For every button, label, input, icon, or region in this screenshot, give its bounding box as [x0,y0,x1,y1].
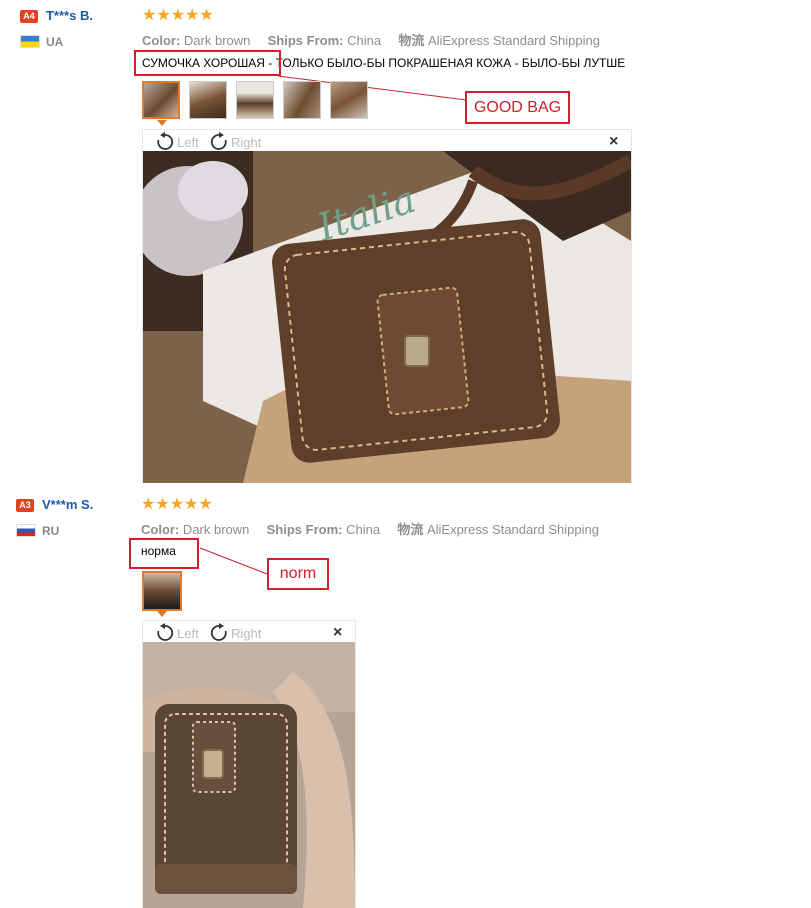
star-rating: ★★★★★ [141,496,213,513]
ships-from-label: Ships From: [266,522,343,537]
review-thumbnail[interactable] [142,81,180,119]
review-photo-large [143,642,355,908]
annotation-label: GOOD BAG [473,98,562,116]
image-viewer: Left Right × [142,620,356,908]
annotation-highlight-box [129,538,199,569]
shipping-method: AliExpress Standard Shipping [426,522,599,537]
rotate-left-button[interactable]: Left [155,132,199,152]
review-thumbnail[interactable] [236,81,274,119]
rotate-left-label: Left [177,625,199,641]
review-thumbnail[interactable] [189,81,227,119]
russia-flag-icon [16,524,36,537]
color-value: Dark brown [182,522,250,537]
rotate-right-icon [210,623,227,641]
annotation-label: norm [279,565,317,582]
color-label: Color: [141,522,180,537]
review-photo-large: Italia [143,151,631,483]
leather-bag-photo [143,642,355,908]
buyer-country: RU [42,524,60,538]
buyer-name[interactable]: V***m S. [42,497,93,512]
order-info: Color: Dark brown Ships From: China 物流 A… [141,519,599,538]
active-thumb-indicator [157,120,167,126]
rotate-left-label: Left [177,134,199,150]
rotate-right-label: Right [231,134,262,150]
active-thumb-indicator [157,611,167,617]
close-viewer-button[interactable]: × [333,624,342,642]
ships-from-value: China [346,522,381,537]
rotate-right-label: Right [231,625,262,641]
annotation-label-box: GOOD BAG [465,91,570,124]
rotate-right-button[interactable]: Right [209,132,261,152]
rotate-left-button[interactable]: Left [155,623,199,643]
close-viewer-button[interactable]: × [609,133,618,151]
rotate-left-icon [157,623,174,641]
review-thumbnail[interactable] [330,81,368,119]
rotate-right-icon [210,132,227,150]
annotation-label-box: norm [267,558,329,590]
leather-bag-photo: Italia [143,151,631,483]
review-thumbnail[interactable] [283,81,321,119]
buyer-level-badge: A3 [16,499,34,512]
review-thumbnail[interactable] [142,571,182,611]
image-viewer: Left Right × Italia [142,129,632,483]
logistics-icon: 物流 [397,522,424,537]
rotate-right-button[interactable]: Right [209,623,261,643]
rotate-left-icon [157,132,174,150]
